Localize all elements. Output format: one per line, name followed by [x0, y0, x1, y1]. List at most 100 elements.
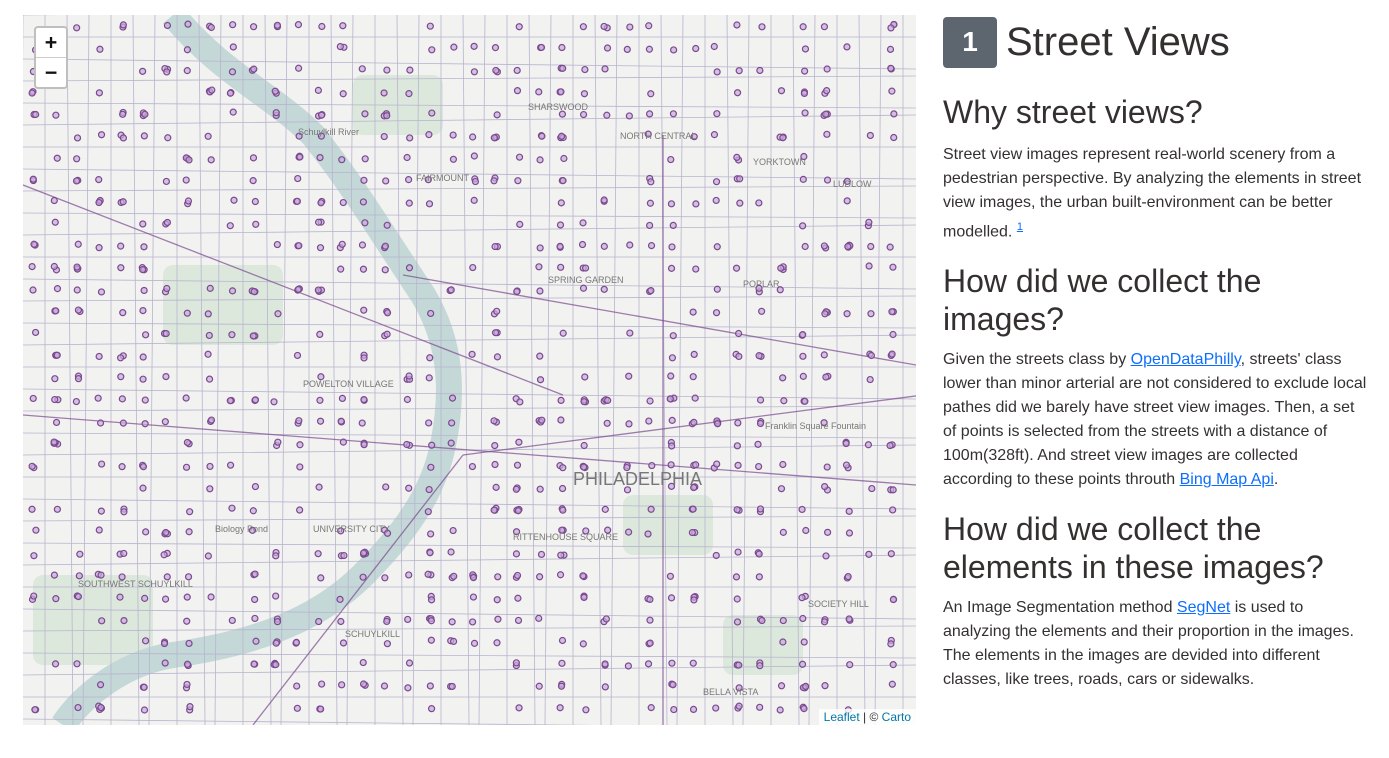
street-view-point [252, 637, 260, 645]
street-view-point [251, 396, 260, 404]
street-view-point [380, 682, 389, 690]
map-label-schuylkill-river: Schuylkill River [298, 127, 359, 137]
road-line [610, 15, 618, 725]
street-view-point [581, 65, 589, 74]
street-view-point [556, 221, 565, 229]
street-view-point [821, 483, 829, 491]
road-line [23, 322, 916, 329]
street-view-point [162, 177, 170, 186]
street-view-point [360, 395, 368, 404]
street-view-point [801, 109, 809, 117]
street-view-point [865, 550, 873, 558]
elements-text-1: An Image Segmentation method [943, 599, 1177, 617]
street-view-point [426, 549, 434, 557]
street-view-point [558, 484, 567, 493]
street-view-point [117, 242, 125, 250]
street-view-point [293, 704, 301, 712]
street-view-point [359, 549, 368, 557]
street-view-point [579, 572, 587, 580]
street-view-point [118, 395, 126, 403]
street-view-point [251, 197, 259, 206]
collect-text-3: . [1273, 471, 1279, 489]
street-view-point [822, 552, 830, 560]
street-view-point [314, 550, 322, 558]
zoom-in-button[interactable]: + [36, 28, 66, 58]
street-view-point [669, 332, 677, 340]
street-view-point [536, 352, 544, 360]
street-view-point [358, 241, 367, 249]
street-view-point [52, 111, 60, 119]
opendataphilly-link[interactable]: OpenDataPhilly [1131, 351, 1241, 368]
street-view-point [776, 706, 784, 714]
street-view-point [405, 484, 413, 492]
street-view-point [160, 639, 169, 648]
map-label-university-city: UNIVERSITY CITY [313, 524, 390, 534]
street-view-point [28, 505, 36, 513]
street-view-point [667, 264, 676, 272]
street-view-point [53, 154, 61, 162]
zoom-out-button[interactable]: − [36, 58, 66, 87]
footnote-link[interactable]: 1 [1017, 221, 1023, 233]
street-view-point [405, 264, 414, 272]
street-view-point [75, 572, 83, 580]
street-view-point [513, 66, 521, 75]
street-view-point [53, 285, 62, 293]
street-view-point [118, 463, 126, 471]
street-view-map[interactable]: SHARSWOOD NORTH CENTRAL YORKTOWN FAIRMOUNT L… [23, 15, 916, 725]
map-canvas[interactable]: SHARSWOOD NORTH CENTRAL YORKTOWN FAIRMOUNT L… [23, 15, 916, 725]
street-view-point [163, 284, 171, 293]
street-view-point [779, 528, 787, 536]
street-view-point [96, 681, 105, 689]
street-view-point [735, 661, 743, 669]
street-view-point [624, 528, 633, 536]
street-view-point [581, 264, 590, 272]
street-view-point [732, 573, 741, 581]
street-view-point [538, 416, 546, 424]
street-view-point [183, 680, 191, 689]
street-view-point [468, 618, 477, 626]
segnet-link[interactable]: SegNet [1177, 599, 1230, 616]
street-view-point [317, 574, 325, 582]
street-view-point [734, 461, 742, 469]
street-view-point [207, 23, 215, 32]
street-view-point [691, 394, 699, 402]
road-line [544, 15, 552, 725]
street-view-point [516, 220, 524, 228]
street-view-point [867, 242, 875, 251]
street-view-point [514, 616, 523, 625]
street-view-point [820, 23, 829, 31]
street-view-point [359, 265, 368, 273]
carto-link[interactable]: Carto [882, 710, 911, 724]
bing-map-api-link[interactable]: Bing Map Api [1180, 471, 1274, 488]
street-view-point [736, 199, 744, 207]
street-view-point [890, 110, 898, 118]
street-view-point [94, 394, 102, 402]
street-view-point [424, 570, 432, 578]
street-view-point [314, 218, 323, 226]
street-view-point [338, 394, 347, 403]
street-view-point [119, 21, 128, 29]
street-view-point [735, 352, 743, 361]
street-view-point [405, 199, 413, 207]
street-view-point [712, 309, 721, 317]
leaflet-link[interactable]: Leaflet [824, 710, 860, 724]
street-view-point [427, 463, 435, 471]
street-view-point [339, 198, 347, 207]
road-line [264, 15, 272, 725]
street-view-point [799, 614, 807, 623]
street-view-point [887, 64, 895, 72]
street-view-point [295, 64, 303, 72]
street-view-point [821, 310, 829, 318]
street-view-point [97, 288, 106, 296]
street-view-point [733, 506, 741, 514]
street-view-point [800, 705, 808, 713]
street-view-point [888, 350, 896, 358]
street-view-point [120, 616, 128, 625]
road-line [23, 554, 916, 566]
street-view-point [73, 286, 81, 294]
street-view-point [537, 43, 546, 52]
street-view-point [381, 266, 389, 274]
street-view-point [119, 309, 127, 317]
street-view-point [427, 309, 435, 318]
street-view-point [162, 329, 170, 338]
